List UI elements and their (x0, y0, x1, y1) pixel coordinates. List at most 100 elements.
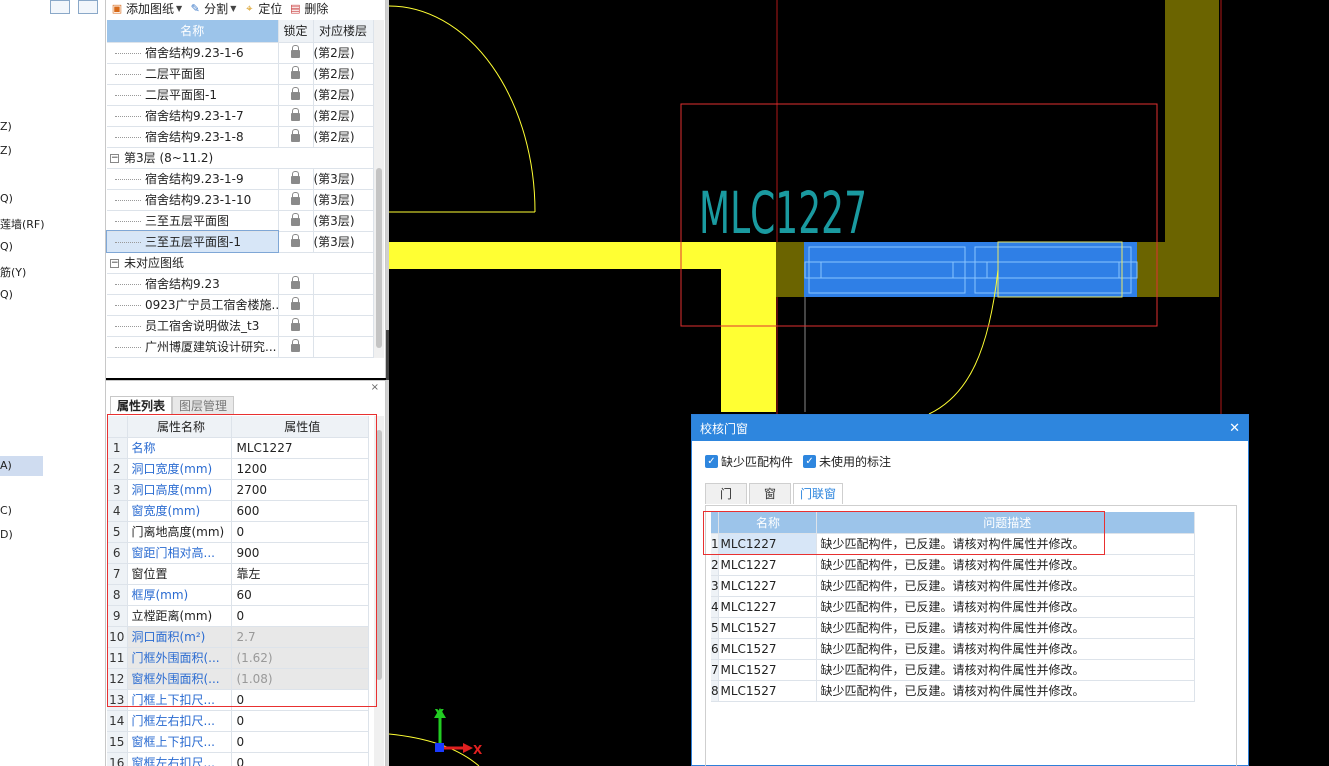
property-row[interactable]: 10 洞口面积(m²) 2.7 (107, 626, 369, 648)
column-header-lock[interactable]: 锁定 (278, 20, 314, 43)
property-value[interactable]: 靠左 (231, 563, 369, 585)
tab-layer-management[interactable]: 图层管理 (172, 396, 235, 415)
issue-row[interactable]: 6 MLC1527 缺少匹配构件，已反建。请核对构件属性并修改。 (711, 638, 1195, 660)
drawing-row[interactable]: 宿舍结构9.23-1-9 (第3层) (107, 168, 374, 190)
property-row[interactable]: 1 名称 MLC1227 (107, 437, 369, 459)
left-tree-item[interactable]: Z) (0, 120, 12, 133)
property-value[interactable]: 1200 (231, 458, 369, 480)
drawing-row[interactable]: 三至五层平面图-1 (第3层) (106, 230, 374, 253)
scrollbar-thumb[interactable] (376, 430, 382, 680)
property-row[interactable]: 6 窗距门相对高... 900 (107, 542, 369, 564)
issue-row[interactable]: 3 MLC1227 缺少匹配构件，已反建。请核对构件属性并修改。 (711, 575, 1195, 597)
lock-icon[interactable] (291, 107, 300, 121)
drawing-list-scrollbar[interactable] (374, 20, 384, 358)
column-header-description[interactable]: 问题描述 (816, 512, 1195, 534)
locate-button[interactable]: ⌖ 定位 (242, 2, 282, 16)
property-row[interactable]: 4 窗宽度(mm) 600 (107, 500, 369, 522)
delete-button[interactable]: ▤ 删除 (288, 2, 328, 16)
property-row[interactable]: 12 窗框外围面积(... (1.08) (107, 668, 369, 690)
issue-row[interactable]: 2 MLC1227 缺少匹配构件，已反建。请核对构件属性并修改。 (711, 554, 1195, 576)
left-tree-item[interactable]: Q) (0, 240, 13, 253)
left-tree-item[interactable]: Z) (0, 144, 12, 157)
drawing-row[interactable]: 宿舍结构9.23-1-10 (第3层) (107, 189, 374, 211)
close-icon[interactable]: ✕ (1229, 421, 1240, 436)
drawing-group-row[interactable]: − 第3层 (8~11.2) (107, 147, 374, 169)
drawing-row[interactable]: 宿舍结构9.23-1-7 (第2层) (107, 105, 374, 127)
lock-icon[interactable] (291, 170, 300, 184)
left-tree-item[interactable]: 筋(Y) (0, 264, 26, 280)
collapse-icon[interactable]: − (110, 154, 119, 163)
tab-window[interactable]: 窗 (749, 483, 792, 504)
property-row[interactable]: 9 立樘距离(mm) 0 (107, 605, 369, 627)
property-row[interactable]: 8 框厚(mm) 60 (107, 584, 369, 606)
lock-icon[interactable] (291, 191, 300, 205)
drawing-group-row[interactable]: − 未对应图纸 (107, 252, 374, 274)
property-value[interactable]: 0 (231, 605, 369, 627)
tab-property-list[interactable]: 属性列表 (110, 396, 173, 415)
issue-row[interactable]: 5 MLC1527 缺少匹配构件，已反建。请核对构件属性并修改。 (711, 617, 1195, 639)
lock-icon[interactable] (291, 128, 300, 142)
collapse-icon[interactable]: − (110, 259, 119, 268)
left-tree-item[interactable]: Q) (0, 288, 13, 301)
chevron-down-icon[interactable]: ▼ (176, 2, 182, 16)
unused-annotation-checkbox[interactable]: ✓ 未使用的标注 (803, 453, 891, 470)
lock-icon[interactable] (291, 338, 300, 352)
tab-door[interactable]: 门 (705, 483, 748, 504)
scrollbar-thumb[interactable] (376, 168, 382, 348)
drawing-row[interactable]: 宿舍结构9.23-1-8 (第2层) (107, 126, 374, 148)
dialog-title-bar[interactable]: 校核门窗 ✕ (692, 415, 1248, 441)
selected-component[interactable] (804, 242, 1137, 297)
chevron-down-icon[interactable]: ▼ (230, 2, 236, 16)
property-row[interactable]: 16 窗框左右扣尺... 0 (107, 752, 369, 766)
property-row[interactable]: 13 门框上下扣尺... 0 (107, 689, 369, 711)
property-row[interactable]: 5 门离地高度(mm) 0 (107, 521, 369, 543)
tab-door-window[interactable]: 门联窗 (793, 483, 844, 504)
property-value[interactable]: 0 (231, 521, 369, 543)
property-value[interactable]: 0 (231, 731, 369, 753)
drawing-row[interactable]: 二层平面图 (第2层) (107, 63, 374, 85)
drawing-row[interactable]: 0923广宁员工宿舍楼施... (107, 294, 374, 316)
property-value[interactable]: 60 (231, 584, 369, 606)
lock-icon[interactable] (291, 86, 300, 100)
issue-row[interactable]: 4 MLC1227 缺少匹配构件，已反建。请核对构件属性并修改。 (711, 596, 1195, 618)
lock-icon[interactable] (291, 233, 300, 247)
property-value[interactable]: 600 (231, 500, 369, 522)
issue-row[interactable]: 1 MLC1227 缺少匹配构件，已反建。请核对构件属性并修改。 (711, 532, 1195, 555)
property-row[interactable]: 11 门框外围面积(... (1.62) (107, 647, 369, 669)
left-tree-item[interactable]: 莲墙(RF) (0, 216, 45, 232)
lock-icon[interactable] (291, 44, 300, 58)
property-row[interactable]: 14 门框左右扣尺... 0 (107, 710, 369, 732)
drawing-row[interactable]: 员工宿舍说明做法_t3 (107, 315, 374, 337)
drawing-row[interactable]: 三至五层平面图 (第3层) (107, 210, 374, 232)
property-value[interactable]: 900 (231, 542, 369, 564)
property-value[interactable]: 0 (231, 689, 369, 711)
property-row[interactable]: 15 窗框上下扣尺... 0 (107, 731, 369, 753)
issue-row[interactable]: 8 MLC1527 缺少匹配构件，已反建。请核对构件属性并修改。 (711, 680, 1195, 702)
column-header-floor[interactable]: 对应楼层 (313, 20, 374, 43)
left-tree-item[interactable]: C) (0, 504, 12, 517)
lock-icon[interactable] (291, 65, 300, 79)
left-tree-item[interactable]: A) (0, 456, 43, 476)
property-value[interactable]: 0 (231, 752, 369, 766)
drawing-row[interactable]: 广州博厦建筑设计研究... (107, 336, 374, 358)
lock-icon[interactable] (291, 275, 300, 289)
property-value[interactable]: MLC1227 (231, 437, 369, 459)
issue-row[interactable]: 7 MLC1527 缺少匹配构件，已反建。请核对构件属性并修改。 (711, 659, 1195, 681)
left-tree-item[interactable]: Q) (0, 192, 13, 205)
column-header-name[interactable]: 名称 (718, 512, 817, 534)
lock-icon[interactable] (291, 317, 300, 331)
property-value[interactable]: 0 (231, 710, 369, 732)
split-button[interactable]: ✎ 分割 ▼ (188, 2, 237, 16)
column-header-name[interactable]: 名称 (107, 20, 279, 43)
property-row[interactable]: 3 洞口高度(mm) 2700 (107, 479, 369, 501)
drawing-row[interactable]: 二层平面图-1 (第2层) (107, 84, 374, 106)
detail-view-icon[interactable] (78, 0, 98, 14)
missing-component-checkbox[interactable]: ✓ 缺少匹配构件 (705, 453, 793, 470)
property-row[interactable]: 2 洞口宽度(mm) 1200 (107, 458, 369, 480)
property-scrollbar[interactable] (374, 416, 384, 766)
drawing-row[interactable]: 宿舍结构9.23 (107, 273, 374, 295)
lock-icon[interactable] (291, 212, 300, 226)
property-value[interactable]: 2700 (231, 479, 369, 501)
drawing-row[interactable]: 宿舍结构9.23-1-6 (第2层) (107, 42, 374, 64)
list-view-icon[interactable] (50, 0, 70, 14)
